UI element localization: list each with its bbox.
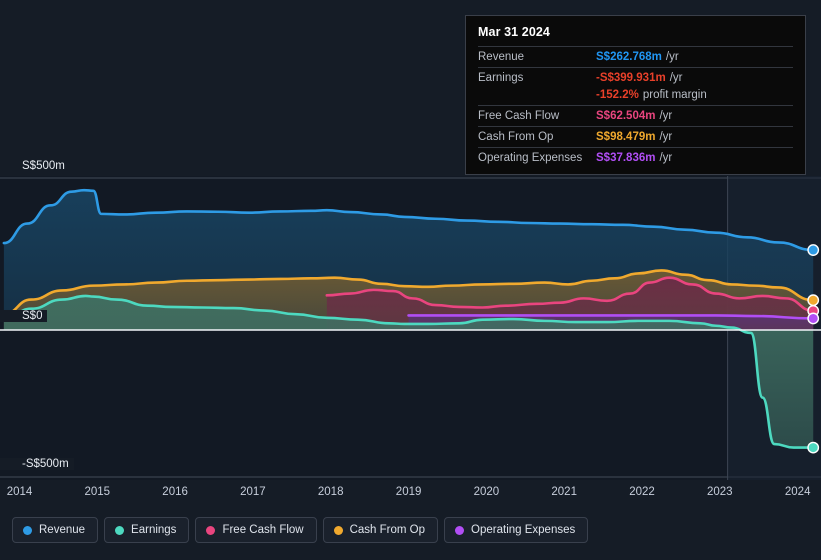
tooltip-row: Free Cash Flow S$62.504m/yr [478, 105, 793, 126]
legend-label: Earnings [131, 524, 177, 536]
x-axis-tick-2024: 2024 [784, 486, 811, 498]
x-axis-tick-2020: 2020 [473, 486, 500, 498]
tooltip-row: -152.2% profit margin [478, 88, 793, 105]
tooltip-metric-value: S$62.504m [596, 110, 656, 122]
tooltip-metric-unit: /yr [665, 51, 679, 63]
y-axis-label-bottom: -S$500m [0, 458, 74, 470]
tooltip-date: Mar 31 2024 [478, 25, 550, 39]
tooltip-metric-value: S$262.768m [596, 51, 662, 63]
legend-color-dot-icon [333, 525, 343, 535]
endpoint-marker-revenue[interactable] [807, 244, 820, 256]
legend-item-free-cash-flow[interactable]: Free Cash Flow [195, 517, 317, 543]
tooltip-row: Revenue S$262.768m/yr [478, 46, 793, 67]
x-axis-tick-2019: 2019 [395, 486, 422, 498]
x-axis-tick-2014: 2014 [6, 486, 33, 498]
data-tooltip: Mar 31 2024 Revenue S$262.768m/yr Earnings… [465, 15, 806, 175]
x-axis-tick-2016: 2016 [162, 486, 188, 498]
tooltip-metric-name: Revenue [478, 51, 525, 63]
tooltip-metric-value: S$98.479m [596, 131, 656, 143]
tooltip-row: Earnings -S$399.931m/yr [478, 67, 793, 88]
legend-color-dot-icon [115, 525, 125, 535]
x-axis-tick-2017: 2017 [240, 486, 266, 498]
tooltip-metric-name: Operating Expenses [478, 152, 583, 164]
legend-item-operating-expenses[interactable]: Operating Expenses [444, 517, 589, 543]
legend-item-earnings[interactable]: Earnings [104, 517, 190, 543]
tooltip-metric-unit: /yr [659, 152, 673, 164]
tooltip-row: Cash From Op S$98.479m/yr [478, 126, 793, 147]
legend-label: Free Cash Flow [222, 524, 304, 536]
chart-legend: Revenue Earnings Free Cash Flow Cash From O… [12, 517, 589, 543]
tooltip-metric-unit: /yr [659, 131, 673, 143]
y-axis-label-top: S$500m [0, 160, 70, 172]
x-axis-tick-2022: 2022 [629, 486, 655, 498]
y-axis-label-zero: S$0 [0, 310, 48, 322]
chart-screenshot: S$500m S$0 -S$500m 2014 2015 2016 2017 2018 2… [0, 0, 821, 560]
tooltip-metric-name: Free Cash Flow [478, 110, 560, 122]
x-axis: 2014 2015 2016 2017 2018 2019 2020 2021 2022 2023… [0, 486, 821, 504]
tooltip-metric-value: -S$399.931m [596, 72, 666, 84]
legend-item-revenue[interactable]: Revenue [12, 517, 99, 543]
legend-label: Operating Expenses [471, 524, 576, 536]
x-axis-tick-2018: 2018 [317, 486, 344, 498]
financials-area-chart [0, 176, 821, 480]
legend-label: Revenue [39, 524, 86, 536]
legend-color-dot-icon [23, 525, 32, 535]
legend-color-dot-icon [455, 525, 465, 535]
tooltip-metric-unit: profit margin [642, 89, 707, 101]
tooltip-metric-name: Earnings [478, 72, 524, 84]
legend-color-dot-icon [206, 525, 216, 535]
endpoint-marker-operating-expenses[interactable] [807, 312, 820, 325]
endpoint-marker-earnings[interactable] [807, 441, 820, 454]
tooltip-metric-value: -152.2% [596, 89, 639, 101]
tooltip-row: Operating Expenses S$37.836m/yr [478, 147, 793, 168]
x-axis-tick-2023: 2023 [707, 486, 733, 498]
legend-item-cash-from-op[interactable]: Cash From Op [322, 517, 439, 543]
legend-label: Cash From Op [349, 524, 426, 536]
x-axis-tick-2021: 2021 [551, 486, 577, 498]
tooltip-rows: Revenue S$262.768m/yr Earnings -S$399.931m /… [478, 46, 793, 168]
endpoint-marker-cash-from-op[interactable] [807, 294, 820, 307]
x-axis-tick-2015: 2015 [84, 486, 111, 498]
tooltip-metric-unit: /yr [669, 72, 683, 84]
chart-plot-area [0, 176, 821, 480]
tooltip-metric-unit: /yr [659, 110, 673, 122]
tooltip-metric-value: S$37.836m [596, 152, 656, 164]
tooltip-metric-name: Cash From Op [478, 131, 554, 143]
